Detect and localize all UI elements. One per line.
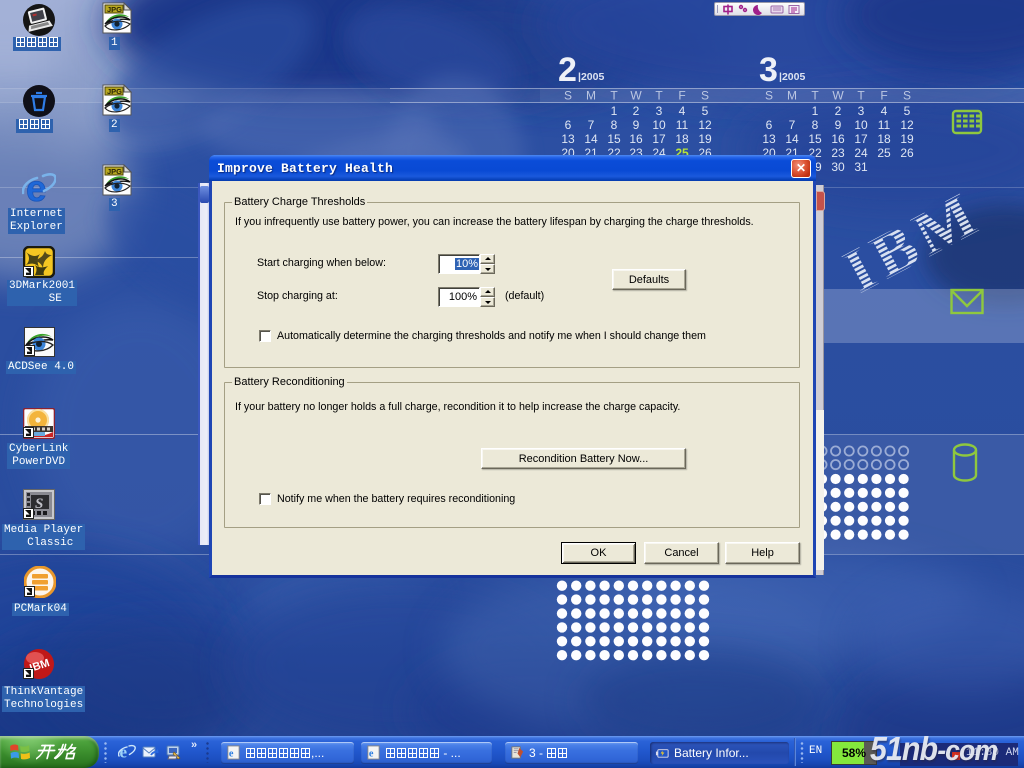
svg-text:14: 14 <box>584 132 598 146</box>
svg-text:6: 6 <box>766 118 773 132</box>
svg-text:W: W <box>630 89 642 103</box>
svg-text:19: 19 <box>900 132 914 146</box>
svg-text:1: 1 <box>812 104 819 118</box>
svg-text:|2005: |2005 <box>779 71 805 83</box>
svg-text:30: 30 <box>831 160 845 174</box>
svg-text:S: S <box>701 89 709 103</box>
svg-text:W: W <box>832 89 844 103</box>
svg-text:12: 12 <box>698 118 712 132</box>
svg-text:1: 1 <box>611 104 618 118</box>
svg-text:31: 31 <box>854 160 868 174</box>
svg-text:T: T <box>655 89 663 103</box>
svg-text:M: M <box>787 89 797 103</box>
svg-text:8: 8 <box>812 118 819 132</box>
svg-text:3: 3 <box>759 51 778 89</box>
svg-text:25: 25 <box>877 146 891 160</box>
svg-text:S: S <box>903 89 911 103</box>
svg-text:23: 23 <box>831 146 845 160</box>
svg-text:17: 17 <box>652 132 666 146</box>
svg-text:17: 17 <box>854 132 868 146</box>
svg-text:12: 12 <box>900 118 914 132</box>
svg-text:JPG: JPG <box>107 87 122 96</box>
svg-text:19: 19 <box>698 132 712 146</box>
svg-text:10: 10 <box>652 118 666 132</box>
svg-text:4: 4 <box>679 104 686 118</box>
svg-text:2: 2 <box>558 51 577 89</box>
svg-text:11: 11 <box>878 118 891 132</box>
svg-text:13: 13 <box>762 132 776 146</box>
svg-text:T: T <box>857 89 865 103</box>
svg-text:M: M <box>586 89 596 103</box>
svg-text:4: 4 <box>881 104 888 118</box>
svg-text:7: 7 <box>588 118 595 132</box>
svg-text:S: S <box>564 89 572 103</box>
svg-text:9: 9 <box>633 118 640 132</box>
svg-text:S: S <box>35 496 43 512</box>
svg-text:5: 5 <box>702 104 709 118</box>
svg-text:16: 16 <box>629 132 643 146</box>
svg-text:8: 8 <box>611 118 618 132</box>
svg-text:24: 24 <box>854 146 868 160</box>
svg-text:15: 15 <box>607 132 621 146</box>
svg-text:6: 6 <box>565 118 572 132</box>
svg-text:9: 9 <box>835 118 842 132</box>
svg-text:15: 15 <box>808 132 822 146</box>
svg-text:2: 2 <box>633 104 640 118</box>
svg-text:11: 11 <box>676 118 689 132</box>
svg-text:5: 5 <box>904 104 911 118</box>
svg-text:26: 26 <box>900 146 914 160</box>
svg-text:16: 16 <box>831 132 845 146</box>
svg-text:7: 7 <box>789 118 796 132</box>
svg-text:2: 2 <box>835 104 842 118</box>
svg-text:JPG: JPG <box>107 5 122 14</box>
svg-text:T: T <box>610 89 618 103</box>
svg-text:14: 14 <box>785 132 799 146</box>
svg-text:T: T <box>811 89 819 103</box>
svg-text:13: 13 <box>561 132 575 146</box>
svg-text:e: e <box>369 748 374 759</box>
svg-text:F: F <box>678 89 685 103</box>
svg-text:F: F <box>880 89 887 103</box>
svg-text:S: S <box>765 89 773 103</box>
svg-text:3: 3 <box>656 104 663 118</box>
svg-text:10: 10 <box>854 118 868 132</box>
svg-text:|2005: |2005 <box>578 71 604 83</box>
svg-text:3: 3 <box>858 104 865 118</box>
svg-text:18: 18 <box>877 132 891 146</box>
svg-text:e: e <box>120 743 128 761</box>
svg-text:JPG: JPG <box>107 167 122 176</box>
svg-text:18: 18 <box>675 132 689 146</box>
svg-text:e: e <box>229 748 234 759</box>
